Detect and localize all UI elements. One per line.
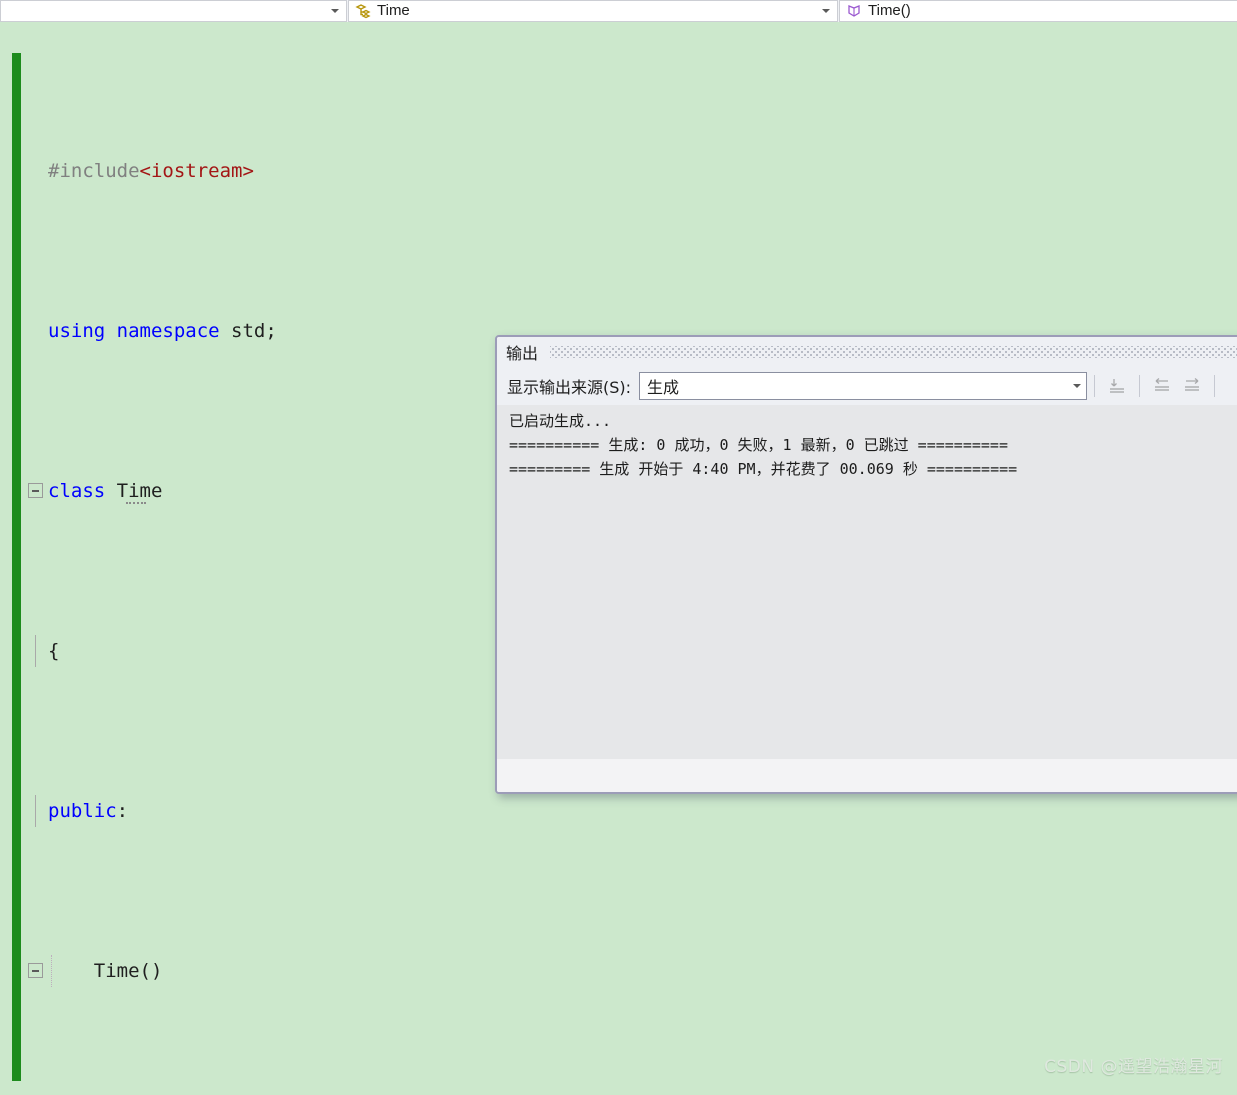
quick-actions-dots-icon[interactable] (126, 501, 146, 504)
go-to-message-button[interactable] (1102, 372, 1132, 400)
project-selector-combo[interactable] (0, 0, 347, 22)
code-line[interactable]: #include<iostream> (0, 155, 1237, 187)
method-icon (844, 2, 864, 20)
watermark: CSDN @遥望浩瀚星河 (1044, 1057, 1223, 1077)
output-panel-titlebar[interactable]: 输出 (497, 337, 1237, 367)
output-panel-title: 输出 (506, 344, 539, 363)
next-message-button[interactable] (1177, 372, 1207, 400)
editor-navigation-bar: Time Time() (0, 0, 1237, 22)
previous-message-button[interactable] (1147, 372, 1177, 400)
code-line[interactable]: public: (0, 795, 1237, 827)
panel-drag-handle[interactable] (550, 346, 1237, 358)
class-icon (353, 2, 373, 20)
class-selector-combo[interactable]: Time (348, 0, 838, 22)
output-source-value: 生成 (647, 378, 680, 397)
fold-toggle-icon[interactable] (28, 483, 43, 498)
output-line: 已启动生成... (509, 412, 612, 430)
output-panel-statusbar (497, 759, 1237, 792)
chevron-down-icon[interactable] (1068, 384, 1086, 388)
code-line[interactable]: Time() (0, 955, 1237, 987)
toolbar-separator (1139, 375, 1141, 397)
output-line: ========= 生成 开始于 4:40 PM，并花费了 00.069 秒 =… (509, 460, 1018, 478)
output-panel-toolbar[interactable]: 显示输出来源(S): 生成 (497, 367, 1237, 405)
toolbar-separator (1214, 375, 1216, 397)
chevron-down-icon[interactable] (818, 9, 834, 13)
class-selector-value: Time (377, 2, 410, 19)
member-selector-combo[interactable]: Time() (839, 0, 1237, 22)
output-source-label: 显示输出来源(S): (507, 378, 632, 397)
fold-toggle-icon[interactable] (28, 963, 43, 978)
toolbar-separator (1094, 375, 1096, 397)
output-line: ========== 生成: 0 成功，0 失败，1 最新，0 已跳过 ====… (509, 436, 1008, 454)
output-text-area[interactable]: 已启动生成... ========== 生成: 0 成功，0 失败，1 最新，0… (497, 405, 1237, 763)
output-source-select[interactable]: 生成 (639, 372, 1088, 400)
chevron-down-icon[interactable] (327, 9, 343, 13)
member-selector-value: Time() (868, 2, 911, 19)
output-panel[interactable]: 输出 显示输出来源(S): 生成 已启动生成... ========== 生成:… (495, 335, 1237, 794)
